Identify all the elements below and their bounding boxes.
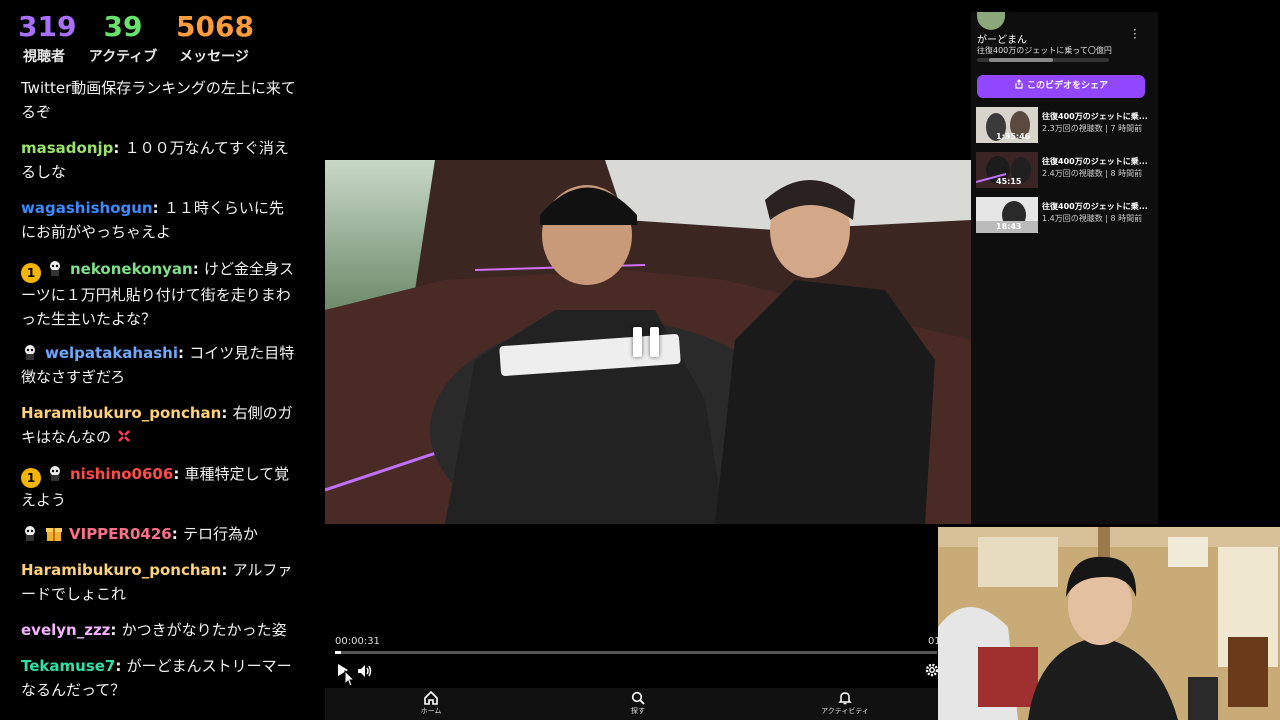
mascot-badge-icon — [25, 526, 35, 541]
chat-message: Haramibukuro_ponchan: アルファードでしょこれ — [21, 561, 293, 603]
message-label: メッセージ — [179, 49, 249, 65]
chat-message-text: かつきがなりたかった姿 — [121, 621, 287, 639]
share-icon — [1015, 79, 1023, 89]
viewer-count: 319 — [18, 10, 77, 43]
home-icon — [424, 691, 438, 705]
nav-search-label: 探す — [631, 707, 645, 715]
video-thumbnail[interactable]: 1:35:46 — [976, 107, 1038, 143]
webcam-image — [938, 527, 1280, 720]
chat-message: wagashishogun: １１時くらいに先にお前がやっちゃえよ — [21, 199, 284, 241]
nav-home[interactable]: ホーム — [401, 691, 461, 716]
rec-video-meta: 2.3万回の視聴数 | 7 時間前 — [1042, 124, 1143, 133]
video-info-panel: がーどまん 往復400万のジェットに乗って〇億円 · · · このビデオをシェア 1… — [971, 12, 1158, 524]
video-thumbnail[interactable]: 18:43 — [976, 197, 1038, 233]
chat-message: 1 nishino0606: 車種特定して覚えよう — [21, 465, 290, 509]
rec-video-meta: 2.4万回の視聴数 | 8 時間前 — [1042, 169, 1143, 178]
chat-message: 1 nekonekonyan: けど金全身スーツに１万円札貼り付けて街を走りまわっ… — [21, 260, 294, 328]
share-label: このビデオをシェア — [1026, 81, 1108, 91]
video-thumbnail[interactable]: 45:15 — [976, 152, 1038, 188]
recommended-video[interactable]: 1:35:46 往復400万のジェットに乗... 2.3万回の視聴数 | 7 時… — [976, 107, 1151, 145]
chat-username[interactable]: Haramibukuro_ponchan — [21, 561, 221, 579]
mascot-badge-icon — [50, 261, 60, 276]
chat-message-text: テロ行為か — [182, 525, 258, 543]
channel-name[interactable]: がーどまん — [977, 31, 1027, 46]
viewer-stat: 319 視聴者 — [18, 10, 77, 66]
chat-username[interactable]: nishino0606 — [70, 465, 173, 483]
bell-icon — [838, 692, 852, 705]
video-title: 往復400万のジェットに乗って〇億円 — [977, 46, 1112, 55]
mascot-badge-icon — [50, 466, 60, 481]
chat-username[interactable]: wagashishogun — [21, 199, 153, 217]
webcam-overlay — [938, 527, 1280, 720]
chat-message-text: Twitter動画保存ランキングの左上に来てるぞ — [21, 79, 296, 121]
chat-message: VIPPER0426: テロ行為か — [21, 522, 296, 546]
nav-search[interactable]: 探す — [608, 691, 668, 716]
channel-avatar[interactable] — [977, 12, 1005, 30]
active-stat: 39 アクティブ — [86, 10, 160, 66]
chat-username[interactable]: Haramibukuro_ponchan — [21, 404, 221, 422]
mouse-cursor-icon — [344, 670, 356, 687]
search-icon — [631, 691, 645, 705]
progress-fill — [335, 651, 342, 654]
chat-username[interactable]: nekonekonyan — [70, 260, 193, 278]
more-options-icon[interactable]: · · · — [1133, 24, 1137, 44]
anger-emote-icon — [118, 430, 131, 442]
viewer-label: 視聴者 — [23, 49, 65, 65]
rec-video-title: 往復400万のジェットに乗... — [1042, 202, 1148, 211]
horizontal-scrollbar[interactable] — [977, 58, 1109, 62]
chat-message: Tekamuse7: がーどまんストリーマーなるんだって？ — [21, 657, 292, 699]
gift-badge-icon — [46, 528, 62, 541]
chat-message: welpatakahashi: コイツ見た目特徴なさすぎだろ — [21, 344, 295, 386]
rec-video-title: 往復400万のジェットに乗... — [1042, 157, 1148, 166]
chat-message: masadonjp: １００万なんてすぐ消えるしな — [21, 139, 289, 181]
message-count: 5068 — [176, 10, 254, 43]
pause-overlay-icon[interactable] — [633, 327, 661, 357]
volume-icon[interactable] — [356, 662, 374, 680]
recommended-video[interactable]: 45:15 往復400万のジェットに乗... 2.4万回の視聴数 | 8 時間前 — [976, 152, 1151, 190]
sub-badge: 1 — [21, 263, 41, 283]
video-duration: 1:35:46 — [996, 132, 1031, 141]
nav-home-label: ホーム — [420, 707, 442, 715]
recommended-video[interactable]: 18:43 往復400万のジェットに乗... 1.4万回の視聴数 | 8 時間前 — [976, 197, 1151, 235]
chat-username[interactable]: Tekamuse7 — [21, 657, 115, 675]
message-stat: 5068 メッセージ — [176, 10, 254, 66]
bottom-nav: ホーム 探す アクティビティ — [325, 688, 938, 720]
chat-message: Haramibukuro_ponchan: 右側のガキはなんなの — [21, 404, 293, 446]
chat-message: evelyn_zzz: かつきがなりたかった姿 — [21, 621, 287, 639]
active-label: アクティブ — [88, 49, 158, 65]
scrollbar-thumb[interactable] — [989, 58, 1053, 62]
chat-message: Twitter動画保存ランキングの左上に来てるぞ — [21, 76, 296, 124]
stream-stats: 319 視聴者 39 アクティブ 5068 メッセージ — [0, 0, 310, 84]
nav-activity-label: アクティビティ — [821, 707, 869, 715]
chat-username[interactable]: masadonjp — [21, 139, 113, 157]
rec-video-title: 往復400万のジェットに乗... — [1042, 112, 1148, 121]
rec-video-meta: 1.4万回の視聴数 | 8 時間前 — [1042, 214, 1143, 223]
progress-bar[interactable] — [335, 651, 937, 654]
chat-username[interactable]: evelyn_zzz — [21, 621, 110, 639]
video-duration: 45:15 — [996, 177, 1022, 186]
video-frame[interactable] — [325, 160, 971, 524]
nav-activity[interactable]: アクティビティ — [815, 691, 875, 716]
chat-panel: Twitter動画保存ランキングの左上に来てるぞ masadonjp: １００万… — [0, 76, 310, 720]
mascot-badge-icon — [25, 345, 35, 360]
share-video-button[interactable]: このビデオをシェア — [977, 75, 1145, 98]
chat-username[interactable]: VIPPER0426 — [69, 525, 172, 543]
sub-badge: 1 — [21, 468, 41, 488]
video-duration: 18:43 — [996, 222, 1022, 231]
current-time: 00:00:31 — [335, 636, 380, 647]
active-count: 39 — [103, 10, 143, 43]
chat-username[interactable]: welpatakahashi — [45, 344, 178, 362]
